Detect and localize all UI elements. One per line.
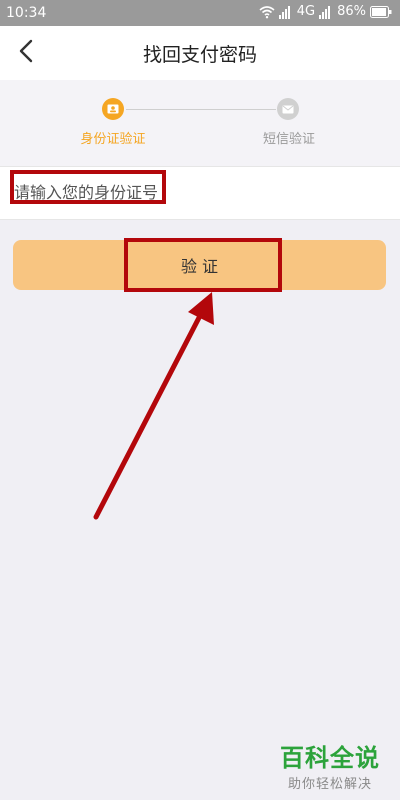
id-card-icon [102, 98, 124, 120]
wifi-icon [259, 5, 275, 19]
watermark-logo: 百科全说 助你轻松解决 [268, 738, 392, 794]
step-connector [126, 109, 276, 110]
annotation-box-input [10, 170, 166, 204]
mail-icon [277, 98, 299, 120]
watermark-title: 百科全说 [280, 744, 380, 772]
signal-icon [319, 5, 333, 19]
watermark-subtitle: 助你轻松解决 [287, 777, 372, 792]
status-icons: 4G 86% [259, 4, 392, 19]
step-indicator: 身份证验证 短信验证 [0, 80, 400, 166]
battery-icon [370, 5, 392, 18]
network-type: 4G [296, 4, 316, 19]
page-title: 找回支付密码 [142, 44, 257, 66]
step-label-id-verify: 身份证验证 [80, 132, 146, 147]
annotation-box-button [124, 238, 282, 292]
signal-icon [278, 5, 293, 19]
status-time: 10:34 [6, 5, 47, 21]
status-bar: 10:34 4G 86% [0, 0, 400, 26]
step-label-sms-verify: 短信验证 [262, 132, 315, 147]
battery-percent: 86% [337, 4, 366, 19]
nav-bar: 找回支付密码 [0, 26, 400, 80]
